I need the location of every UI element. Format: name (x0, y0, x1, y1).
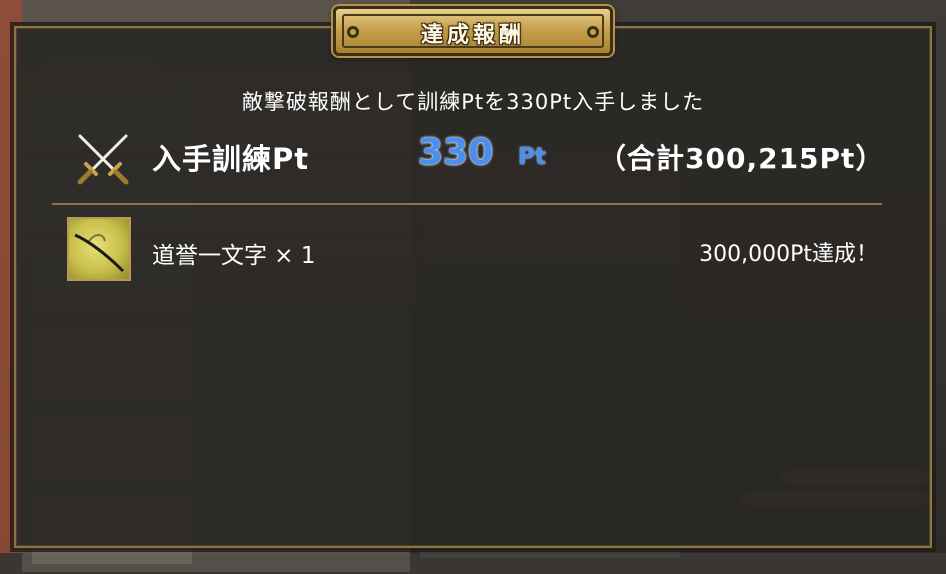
crossed-swords-icon (77, 134, 129, 185)
dialog-title-plate: 達成報酬 (333, 6, 613, 56)
training-points-unit: Pt (518, 144, 546, 170)
katana-item-icon (67, 217, 131, 281)
dialog-title: 達成報酬 (420, 23, 525, 48)
crest-icon (587, 26, 599, 38)
training-points-label: 入手訓練Pt (152, 142, 310, 176)
reward-dialog[interactable]: 敵撃破報酬として訓練Ptを330Pt入手しました 入手訓練Pt 330 Pt （… (14, 26, 932, 548)
training-points-value: 330 (418, 132, 494, 173)
reward-item-name: 道誉一文字 × 1 (152, 243, 316, 269)
reward-message: 敵撃破報酬として訓練Ptを330Pt入手しました (241, 90, 705, 114)
divider (52, 203, 882, 205)
training-points-total: （合計300,215Pt） (598, 142, 885, 175)
reward-achievement: 300,000Pt達成！ (699, 242, 878, 267)
